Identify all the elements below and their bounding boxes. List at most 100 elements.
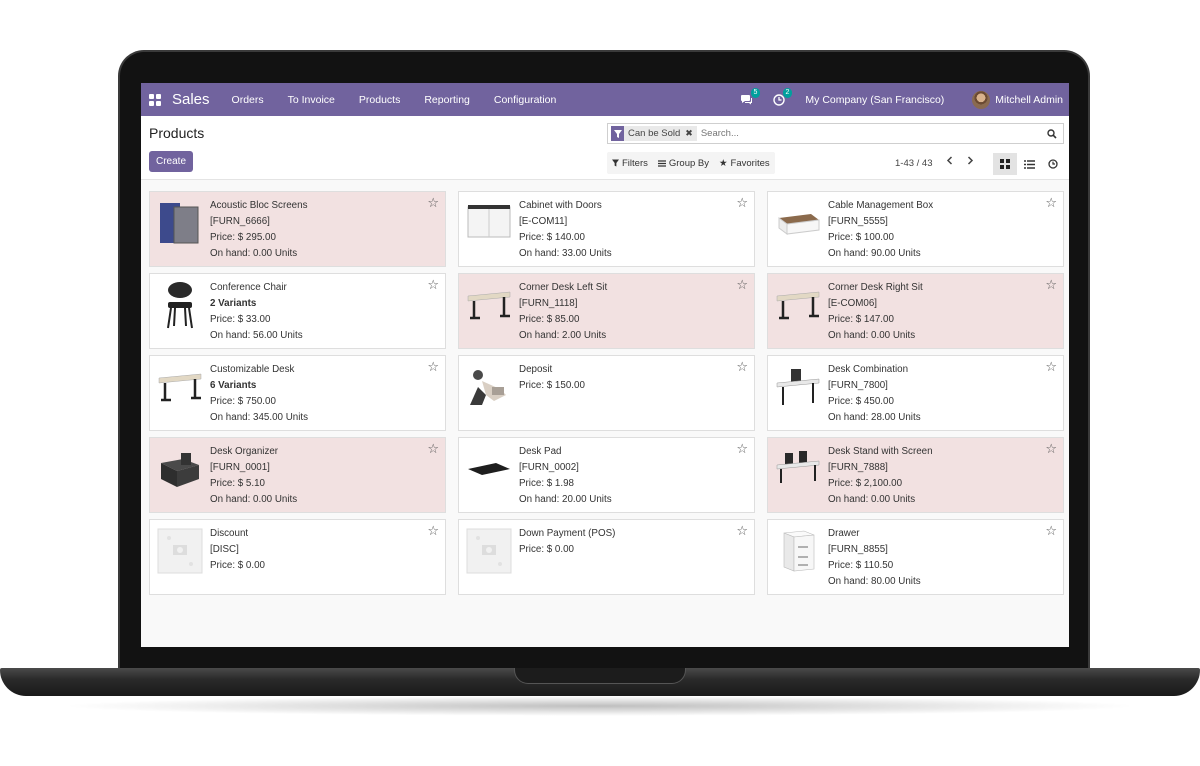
user-menu[interactable]: Mitchell Admin: [995, 94, 1063, 106]
cabinet-icon: [466, 198, 512, 248]
activity-view-icon[interactable]: [1041, 153, 1065, 175]
product-card[interactable]: Acoustic Bloc Screens [FURN_6666] Price: $…: [149, 191, 446, 267]
deposit-icon: [466, 362, 512, 412]
product-reference: [FURN_0002]: [519, 462, 579, 473]
favorite-star-icon[interactable]: ☆: [427, 441, 439, 457]
product-on-hand: On hand: 345.00 Units: [210, 412, 309, 423]
avatar[interactable]: [972, 90, 991, 109]
product-card[interactable]: Customizable Desk 6 Variants Price: $ 750.…: [149, 355, 446, 431]
product-price: Price: $ 100.00: [828, 232, 894, 243]
search-facet: Can be Sold ✖: [611, 126, 697, 141]
product-reference: [FURN_7800]: [828, 380, 888, 391]
desk-icon: [157, 362, 203, 412]
product-card[interactable]: Deposit Price: $ 150.00 ☆: [458, 355, 755, 431]
favorite-star-icon[interactable]: ☆: [1045, 359, 1057, 375]
product-name: Drawer: [828, 528, 860, 539]
product-card[interactable]: Desk Organizer [FURN_0001] Price: $ 5.10 On…: [149, 437, 446, 513]
product-details: Desk Pad [FURN_0002] Price: $ 1.98 On hand:…: [519, 444, 612, 508]
product-price: Price: $ 295.00: [210, 232, 276, 243]
product-price: Price: $ 140.00: [519, 232, 585, 243]
favorite-star-icon[interactable]: ☆: [427, 523, 439, 539]
product-on-hand: On hand: 90.00 Units: [828, 248, 921, 259]
menu-products[interactable]: Products: [359, 94, 400, 106]
product-on-hand: On hand: 20.00 Units: [519, 494, 612, 505]
product-card[interactable]: Down Payment (POS) Price: $ 0.00 ☆: [458, 519, 755, 595]
favorite-star-icon[interactable]: ☆: [736, 441, 748, 457]
favorite-star-icon[interactable]: ☆: [427, 359, 439, 375]
product-reference: [E-COM11]: [519, 216, 568, 227]
favorite-star-icon[interactable]: ☆: [1045, 523, 1057, 539]
company-switcher[interactable]: My Company (San Francisco): [805, 94, 944, 106]
menu-configuration[interactable]: Configuration: [494, 94, 556, 106]
pager-next-icon[interactable]: [967, 156, 974, 168]
pager-previous-icon[interactable]: [946, 156, 953, 168]
favorite-star-icon[interactable]: ☆: [1045, 441, 1057, 457]
product-details: Corner Desk Left Sit [FURN_1118] Price: $ …: [519, 280, 607, 344]
product-details: Corner Desk Right Sit [E-COM06] Price: $ 1…: [828, 280, 923, 344]
product-price: Price: $ 33.00: [210, 314, 271, 325]
acoustic-screen-icon: [157, 198, 203, 248]
product-reference: [FURN_8855]: [828, 544, 888, 555]
product-on-hand: On hand: 2.00 Units: [519, 330, 607, 341]
favorite-star-icon[interactable]: ☆: [427, 195, 439, 211]
search-icon[interactable]: [1045, 128, 1059, 139]
product-name: Cabinet with Doors: [519, 200, 602, 211]
favorite-star-icon[interactable]: ☆: [736, 195, 748, 211]
favorite-star-icon[interactable]: ☆: [1045, 195, 1057, 211]
product-name: Down Payment (POS): [519, 528, 616, 539]
search-input[interactable]: [700, 128, 1045, 139]
apps-menu-icon[interactable]: [149, 93, 161, 106]
desk-icon: [775, 280, 821, 330]
filters-dropdown[interactable]: Filters: [607, 158, 653, 169]
product-reference: [FURN_7888]: [828, 462, 888, 473]
remove-facet-icon[interactable]: ✖: [685, 126, 693, 141]
product-card[interactable]: Discount [DISC] Price: $ 0.00 ☆: [149, 519, 446, 595]
product-card[interactable]: Corner Desk Left Sit [FURN_1118] Price: $ …: [458, 273, 755, 349]
menu-reporting[interactable]: Reporting: [424, 94, 470, 106]
menu-orders[interactable]: Orders: [232, 94, 264, 106]
favorite-star-icon[interactable]: ☆: [1045, 277, 1057, 293]
product-card[interactable]: Conference Chair 2 Variants Price: $ 33.00…: [149, 273, 446, 349]
product-details: Drawer [FURN_8855] Price: $ 110.50 On hand:…: [828, 526, 921, 590]
product-price: Price: $ 147.00: [828, 314, 894, 325]
product-name: Deposit: [519, 364, 553, 375]
product-card[interactable]: Desk Combination [FURN_7800] Price: $ 450.…: [767, 355, 1064, 431]
messages-button[interactable]: 5: [740, 87, 761, 106]
create-button[interactable]: Create: [149, 151, 193, 172]
desk-pad-icon: [466, 444, 512, 494]
favorite-star-icon[interactable]: ☆: [427, 277, 439, 293]
product-card[interactable]: Corner Desk Right Sit [E-COM06] Price: $ 1…: [767, 273, 1064, 349]
placeholder-image-icon: [466, 526, 512, 576]
app-name[interactable]: Sales: [172, 91, 210, 108]
product-card[interactable]: Cabinet with Doors [E-COM11] Price: $ 140.…: [458, 191, 755, 267]
kanban-view-icon[interactable]: [993, 153, 1017, 175]
favorites-dropdown[interactable]: ★ Favorites: [714, 158, 775, 169]
product-reference: [DISC]: [210, 544, 239, 555]
product-card[interactable]: Desk Pad [FURN_0002] Price: $ 1.98 On hand:…: [458, 437, 755, 513]
product-on-hand: On hand: 80.00 Units: [828, 576, 921, 587]
favorite-star-icon[interactable]: ☆: [736, 277, 748, 293]
product-price: Price: $ 1.98: [519, 478, 575, 489]
product-reference: [FURN_1118]: [519, 298, 578, 309]
product-variants: 2 Variants: [210, 298, 257, 309]
search-options: Filters Group By ★ Favorites: [607, 152, 775, 174]
group-by-label: Group By: [668, 157, 710, 169]
favorite-star-icon[interactable]: ☆: [736, 523, 748, 539]
activities-button[interactable]: 2: [773, 87, 793, 106]
product-card[interactable]: Drawer [FURN_8855] Price: $ 110.50 On hand:…: [767, 519, 1064, 595]
filter-icon: [612, 159, 619, 167]
kanban-view: Acoustic Bloc Screens [FURN_6666] Price: $…: [141, 180, 1069, 647]
group-by-dropdown[interactable]: Group By: [653, 158, 714, 169]
organizer-icon: [157, 444, 203, 494]
product-card[interactable]: Desk Stand with Screen [FURN_7888] Price: …: [767, 437, 1064, 513]
product-price: Price: $ 85.00: [519, 314, 580, 325]
pager-value[interactable]: 1-43 / 43: [895, 158, 933, 169]
messages-badge: 5: [750, 87, 761, 98]
product-details: Conference Chair 2 Variants Price: $ 33.00…: [210, 280, 303, 344]
list-view-icon[interactable]: [1017, 153, 1041, 175]
product-card[interactable]: Cable Management Box [FURN_5555] Price: $ …: [767, 191, 1064, 267]
product-on-hand: On hand: 0.00 Units: [210, 494, 298, 505]
menu-to-invoice[interactable]: To Invoice: [288, 94, 335, 106]
product-reference: [FURN_0001]: [210, 462, 270, 473]
favorite-star-icon[interactable]: ☆: [736, 359, 748, 375]
